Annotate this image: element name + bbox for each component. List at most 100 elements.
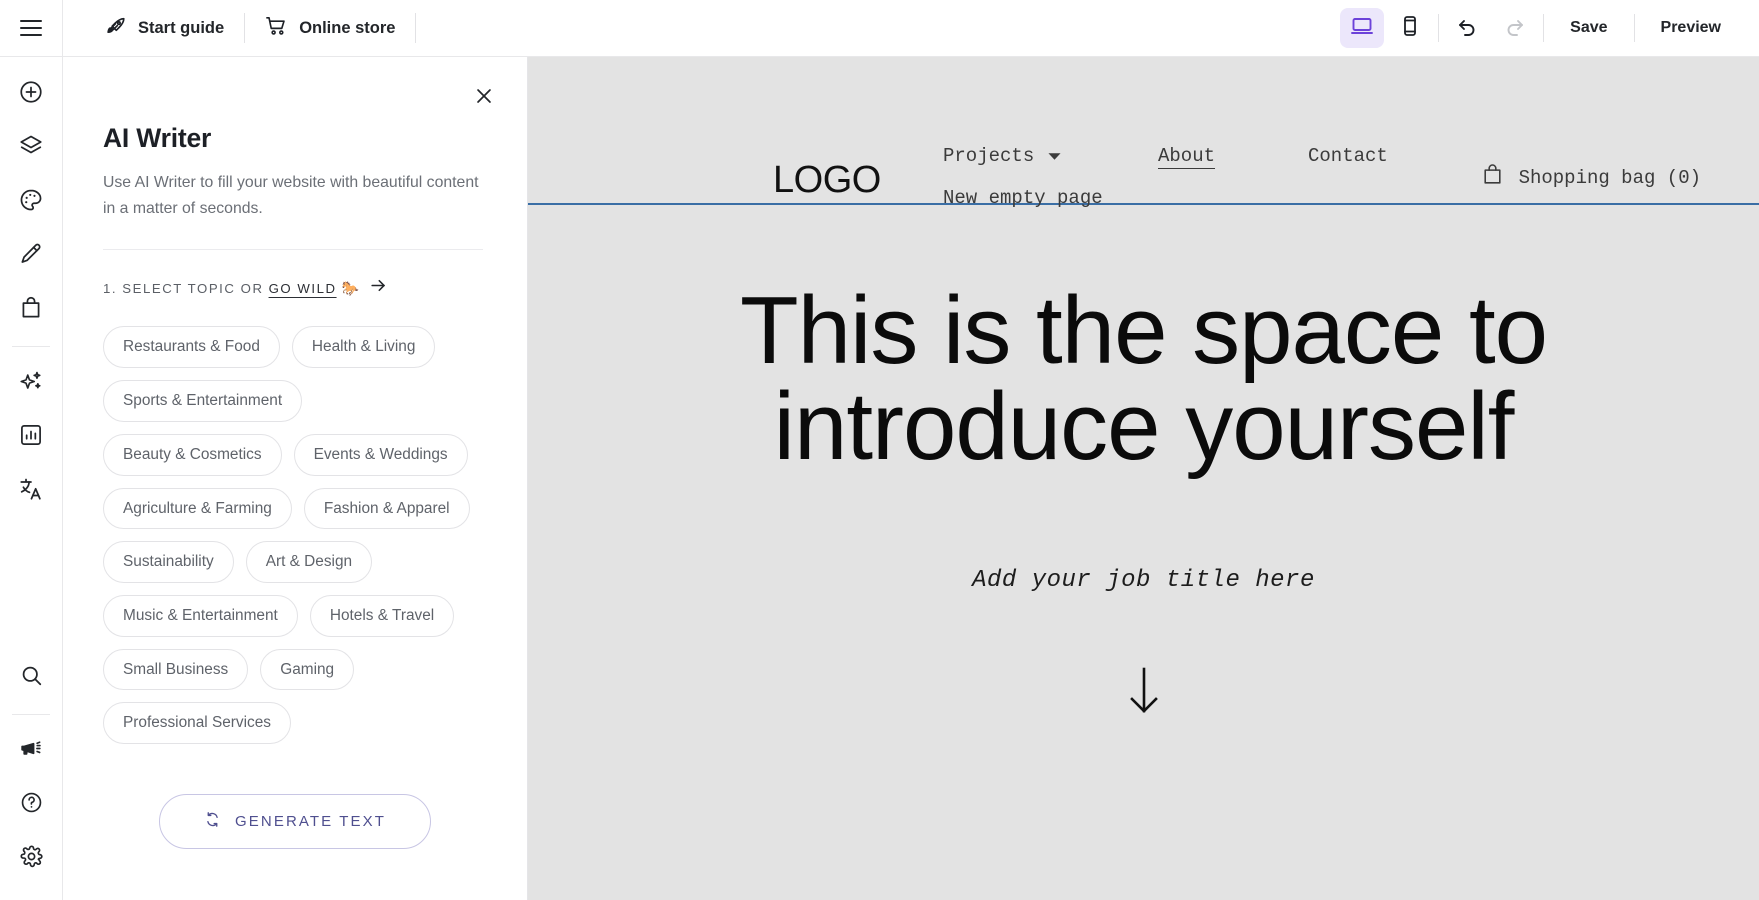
shopping-bag-link[interactable]: Shopping bag (0) xyxy=(1480,162,1701,193)
hero-subheading[interactable]: Add your job title here xyxy=(528,567,1759,594)
chevron-down-icon xyxy=(1048,145,1061,167)
search-icon xyxy=(19,663,44,693)
redo-button[interactable] xyxy=(1493,8,1537,48)
topic-chip[interactable]: Professional Services xyxy=(103,702,291,745)
nav-item-about[interactable]: About xyxy=(1158,145,1308,167)
rail-divider-1 xyxy=(12,346,50,347)
refresh-icon xyxy=(204,811,221,832)
topic-chip[interactable]: Sustainability xyxy=(103,541,234,583)
toolbar-divider-4 xyxy=(1543,14,1545,42)
shopping-bag-icon xyxy=(18,295,44,326)
undo-icon xyxy=(1455,14,1479,43)
topic-chip[interactable]: Gaming xyxy=(260,648,355,691)
nav-item-projects-label: Projects xyxy=(943,145,1035,167)
hero-heading[interactable]: This is the space to introduce yourself xyxy=(734,283,1554,475)
select-topic-row: 1. SELECT TOPIC OR GO WILD 🐎 xyxy=(103,276,487,300)
ai-writer-panel: AI Writer Use AI Writer to fill your web… xyxy=(63,57,528,900)
topic-chip[interactable]: Agriculture & Farming xyxy=(103,487,292,530)
topic-chip[interactable]: Sports & Entertainment xyxy=(103,380,303,422)
sidebar-item-edit[interactable] xyxy=(8,229,54,283)
topic-chip[interactable]: Health & Living xyxy=(291,326,436,369)
translate-icon xyxy=(18,476,44,507)
shopping-cart-icon xyxy=(265,14,288,42)
topic-chip[interactable]: Art & Design xyxy=(245,541,373,583)
panel-header: AI Writer Use AI Writer to fill your web… xyxy=(63,57,527,251)
sidebar-item-store[interactable] xyxy=(8,283,54,337)
shopping-bag-icon xyxy=(1480,162,1505,193)
topic-chip[interactable]: Music & Entertainment xyxy=(103,594,298,637)
toolbar-divider-3 xyxy=(1438,14,1440,42)
toolbar-divider-2 xyxy=(415,13,417,43)
redo-icon xyxy=(1503,14,1527,43)
site-header[interactable]: LOGO Projects New empty page About Conta… xyxy=(528,57,1759,209)
website-builder-app: Start guide Online store Save Preview AI… xyxy=(0,0,1759,900)
hamburger-icon xyxy=(20,20,42,36)
save-button[interactable]: Save xyxy=(1548,10,1629,46)
topic-chip[interactable]: Fashion & Apparel xyxy=(303,487,470,530)
sidebar-item-search[interactable] xyxy=(8,651,54,705)
nav-column-about: About xyxy=(1158,145,1308,167)
topic-chip[interactable]: Beauty & Cosmetics xyxy=(103,433,282,476)
pencil-icon xyxy=(18,241,44,272)
close-icon xyxy=(473,85,495,112)
toolbar-divider-5 xyxy=(1633,14,1635,42)
rail-divider-2 xyxy=(12,714,50,715)
panel-content: 1. SELECT TOPIC OR GO WILD 🐎 Restaurants… xyxy=(63,250,527,850)
start-guide-label: Start guide xyxy=(138,18,225,37)
sparkles-icon xyxy=(18,368,44,399)
online-store-label: Online store xyxy=(299,18,396,37)
generate-button-wrap: GENERATE TEXT xyxy=(103,794,487,850)
generate-text-button[interactable]: GENERATE TEXT xyxy=(159,794,431,850)
scroll-down-button[interactable] xyxy=(528,666,1759,721)
go-wild-link[interactable]: GO WILD xyxy=(269,281,337,296)
panel-description: Use AI Writer to fill your website with … xyxy=(103,170,483,251)
toolbar-right-group: Save Preview xyxy=(1338,0,1759,56)
sidebar-item-announcements[interactable] xyxy=(8,724,54,778)
toolbar-left-group: Start guide Online store xyxy=(63,0,417,56)
panel-title: AI Writer xyxy=(103,123,212,153)
generate-text-label: GENERATE TEXT xyxy=(235,813,386,831)
preview-button[interactable]: Preview xyxy=(1639,10,1743,46)
sidebar-item-layers[interactable] xyxy=(8,121,54,175)
sidebar-item-settings[interactable] xyxy=(8,832,54,886)
nav-column-projects: Projects New empty page xyxy=(943,145,1158,209)
top-toolbar: Start guide Online store Save Preview xyxy=(0,0,1759,57)
close-panel-button[interactable] xyxy=(467,81,501,115)
megaphone-icon xyxy=(19,736,44,766)
nav-column-contact: Contact xyxy=(1308,145,1388,167)
start-guide-button[interactable]: Start guide xyxy=(85,0,244,56)
sidebar-item-help[interactable] xyxy=(8,778,54,832)
site-logo[interactable]: LOGO xyxy=(773,159,881,202)
topic-chip[interactable]: Small Business xyxy=(103,648,249,691)
topic-chip[interactable]: Events & Weddings xyxy=(293,433,468,476)
desktop-view-button[interactable] xyxy=(1340,8,1385,48)
mobile-view-button[interactable] xyxy=(1388,8,1432,48)
chart-icon xyxy=(18,422,44,453)
sidebar-item-analytics[interactable] xyxy=(8,410,54,464)
nav-item-projects[interactable]: Projects xyxy=(943,145,1158,167)
desktop-icon xyxy=(1350,14,1374,43)
nav-item-contact[interactable]: Contact xyxy=(1308,145,1388,167)
left-sidebar-rail xyxy=(0,57,63,900)
undo-button[interactable] xyxy=(1445,8,1489,48)
topic-chip[interactable]: Restaurants & Food xyxy=(103,326,280,369)
sidebar-item-design[interactable] xyxy=(8,175,54,229)
palette-icon xyxy=(18,187,44,218)
topic-chip-list: Restaurants & Food Health & Living Sport… xyxy=(103,326,487,745)
nav-item-new-empty-page[interactable]: New empty page xyxy=(943,187,1158,209)
sidebar-item-ai-tools[interactable] xyxy=(8,356,54,410)
shopping-bag-label: Shopping bag (0) xyxy=(1518,166,1701,189)
question-circle-icon xyxy=(19,790,44,820)
go-wild-arrow-button[interactable] xyxy=(369,276,388,300)
site-preview-canvas[interactable]: LOGO Projects New empty page About Conta… xyxy=(528,57,1759,900)
hero-section[interactable]: This is the space to introduce yourself … xyxy=(528,205,1759,721)
plus-circle-icon xyxy=(18,79,44,110)
hamburger-menu-button[interactable] xyxy=(0,0,63,56)
sidebar-item-languages[interactable] xyxy=(8,464,54,518)
step-label: 1. SELECT TOPIC OR xyxy=(103,280,264,296)
online-store-button[interactable]: Online store xyxy=(245,0,415,56)
arrow-down-icon xyxy=(1127,666,1161,721)
sidebar-item-add[interactable] xyxy=(8,67,54,121)
arrow-right-icon xyxy=(369,276,388,300)
topic-chip[interactable]: Hotels & Travel xyxy=(309,594,455,637)
